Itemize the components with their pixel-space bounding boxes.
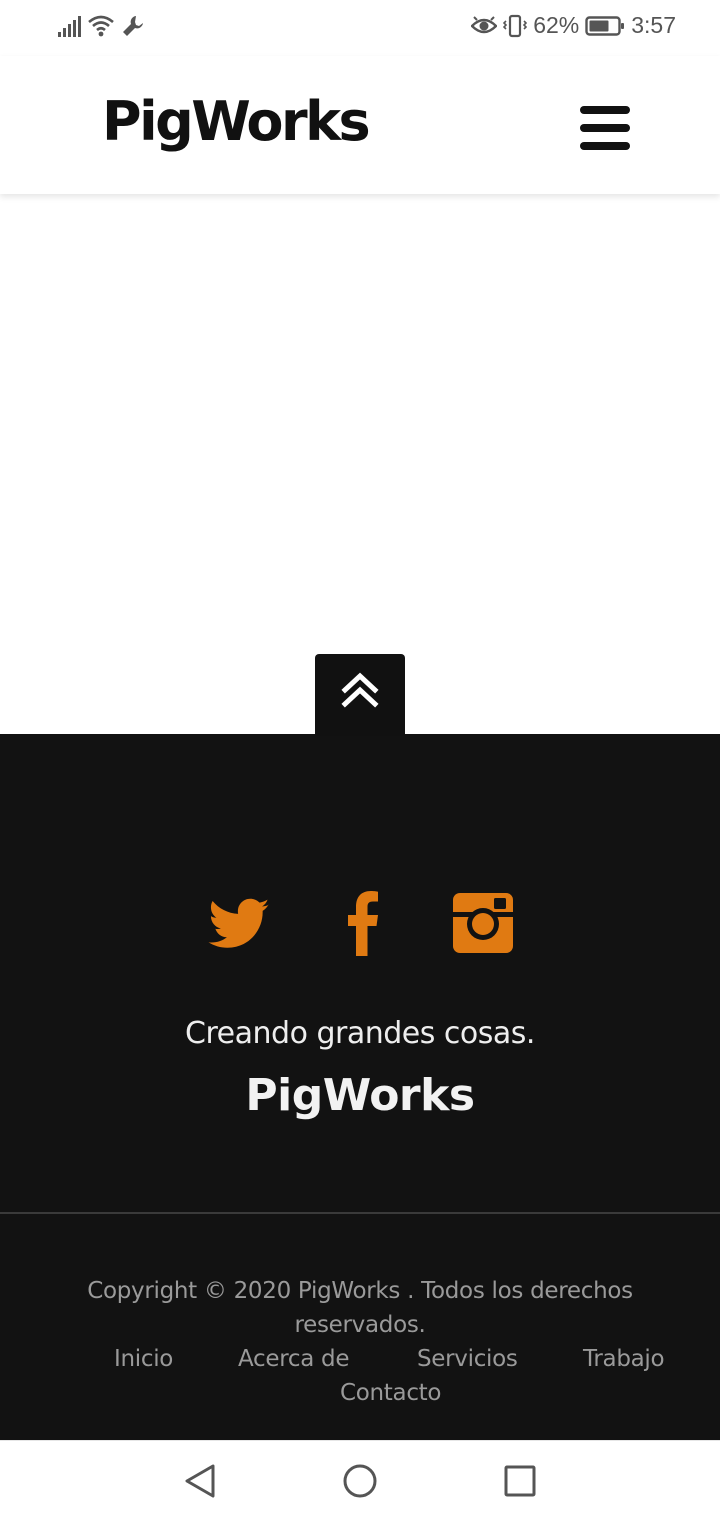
back-icon[interactable] bbox=[180, 1461, 220, 1501]
eye-icon bbox=[471, 15, 498, 33]
instagram-icon bbox=[453, 893, 513, 953]
footer-nav-servicios[interactable]: Servicios bbox=[417, 1342, 518, 1376]
status-right-icons: 62% 3:57 bbox=[471, 12, 676, 39]
brand-logo[interactable]: PigWorks bbox=[102, 90, 371, 153]
footer-nav-inicio[interactable]: Inicio bbox=[114, 1342, 173, 1376]
twitter-link[interactable] bbox=[206, 888, 272, 958]
vibrate-icon bbox=[503, 14, 528, 37]
footer-nav-trabajo[interactable]: Trabajo bbox=[583, 1342, 665, 1376]
system-nav-bar bbox=[0, 1440, 720, 1520]
footer-nav-acerca-de[interactable]: Acerca de bbox=[238, 1342, 349, 1376]
footer-nav: Inicio Acerca de Servicios Trabajo Conta… bbox=[0, 1342, 720, 1412]
twitter-icon bbox=[208, 898, 270, 948]
wifi-icon bbox=[88, 15, 114, 37]
site-footer: Creando grandes cosas. PigWorks Copyrigh… bbox=[0, 734, 720, 1440]
status-time: 3:57 bbox=[631, 12, 676, 38]
main-content bbox=[0, 194, 720, 654]
instagram-link[interactable] bbox=[450, 888, 516, 958]
footer-nav-contacto[interactable]: Contacto bbox=[340, 1376, 441, 1410]
facebook-link[interactable] bbox=[330, 888, 396, 958]
double-chevron-up-icon bbox=[341, 672, 379, 708]
status-bar: 62% 3:57 bbox=[0, 0, 720, 56]
signal-icon bbox=[58, 15, 81, 37]
back-to-top-button[interactable] bbox=[315, 654, 405, 736]
footer-brand: PigWorks bbox=[245, 1070, 475, 1121]
footer-divider bbox=[0, 1212, 720, 1214]
home-icon[interactable] bbox=[340, 1461, 380, 1501]
social-links bbox=[0, 888, 720, 958]
battery-percent: 62% bbox=[533, 12, 580, 38]
recents-icon[interactable] bbox=[500, 1461, 540, 1501]
copyright-line-2: reservados. bbox=[294, 1312, 426, 1338]
copyright-line-1: Copyright © 2020 PigWorks . Todos los de… bbox=[87, 1278, 633, 1304]
wrench-icon bbox=[123, 16, 143, 36]
battery-icon bbox=[585, 15, 625, 36]
hamburger-menu-icon[interactable] bbox=[580, 106, 630, 150]
footer-tagline: Creando grandes cosas. bbox=[185, 1016, 535, 1051]
facebook-icon bbox=[348, 891, 378, 956]
status-left-icons bbox=[58, 14, 145, 38]
copyright-text: Copyright © 2020 PigWorks . Todos los de… bbox=[80, 1274, 640, 1342]
site-header: PigWorks bbox=[0, 56, 720, 194]
